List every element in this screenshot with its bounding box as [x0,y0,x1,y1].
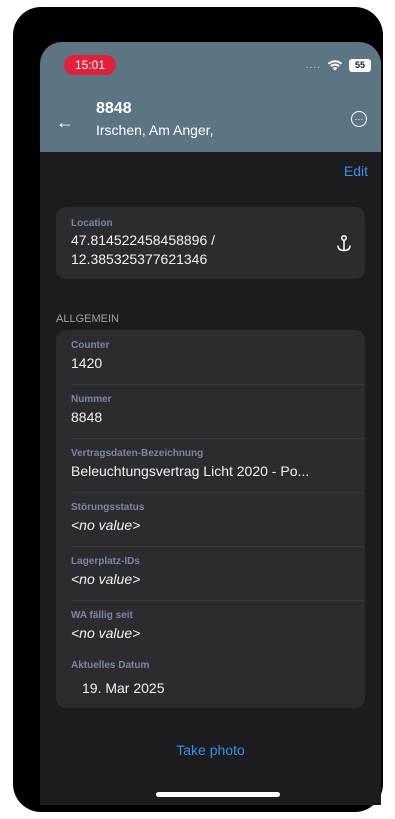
date-label: Aktuelles Datum [71,660,150,671]
location-longitude: 12.385325377621346 [71,251,208,267]
field-value: 1420 [71,355,103,371]
header-bar: 15:01 .... 55 ← 8848 Irschen, Am Anger, … [40,42,381,152]
section-header-allgemein: ALLGEMEIN [56,313,119,325]
field-row-vertragsdaten[interactable]: Vertragsdaten-Bezeichnung Beleuchtungsve… [71,438,365,492]
date-picker[interactable]: 19. Mar 2025 [82,680,165,696]
page-subtitle: Irschen, Am Anger, [96,122,214,138]
field-value: <no value> [71,517,141,533]
location-card[interactable]: Location 47.814522458458896 / 12.3853253… [56,207,365,279]
field-value: 8848 [71,409,103,425]
status-icons: .... 55 [306,56,371,74]
field-label: Nummer [71,394,112,405]
ellipsis-circle-icon[interactable]: ··· [351,111,367,127]
anchor-pin-icon[interactable] [336,235,352,258]
field-row-stoerungsstatus[interactable]: Störungsstatus <no value> [71,492,365,546]
field-row-wa-faellig[interactable]: WA fällig seit <no value> [71,600,365,654]
field-label: Störungsstatus [71,502,145,513]
take-photo-button[interactable]: Take photo [40,742,381,758]
arrow-left-icon[interactable]: ← [56,112,74,133]
field-row-lagerplatz[interactable]: Lagerplatz-IDs <no value> [71,546,365,600]
battery-icon: 55 [349,58,371,72]
field-label: Vertragsdaten-Bezeichnung [71,448,204,459]
page-title: 8848 [96,100,132,117]
field-row-nummer[interactable]: Nummer 8848 [71,384,365,438]
field-value: <no value> [71,571,141,587]
signal-dots: .... [305,59,321,71]
location-latitude: 47.814522458458896 / [71,232,216,248]
fields-card: Counter 1420 Nummer 8848 Vertragsdaten-B… [56,330,365,708]
field-row-counter[interactable]: Counter 1420 [71,330,365,384]
location-label: Location [71,218,113,229]
wifi-icon [327,59,343,71]
phone-frame: 15:01 .... 55 ← 8848 Irschen, Am Anger, … [13,7,383,812]
status-time: 15:01 [64,55,116,75]
field-label: Lagerplatz-IDs [71,556,140,567]
app-screen: 15:01 .... 55 ← 8848 Irschen, Am Anger, … [40,42,381,805]
field-value: <no value> [71,625,141,641]
edit-button[interactable]: Edit [344,163,368,179]
field-label: WA fällig seit [71,610,133,621]
field-value: Beleuchtungsvertrag Licht 2020 - Po... [71,463,310,479]
home-indicator[interactable] [156,792,280,797]
field-label: Counter [71,340,110,351]
